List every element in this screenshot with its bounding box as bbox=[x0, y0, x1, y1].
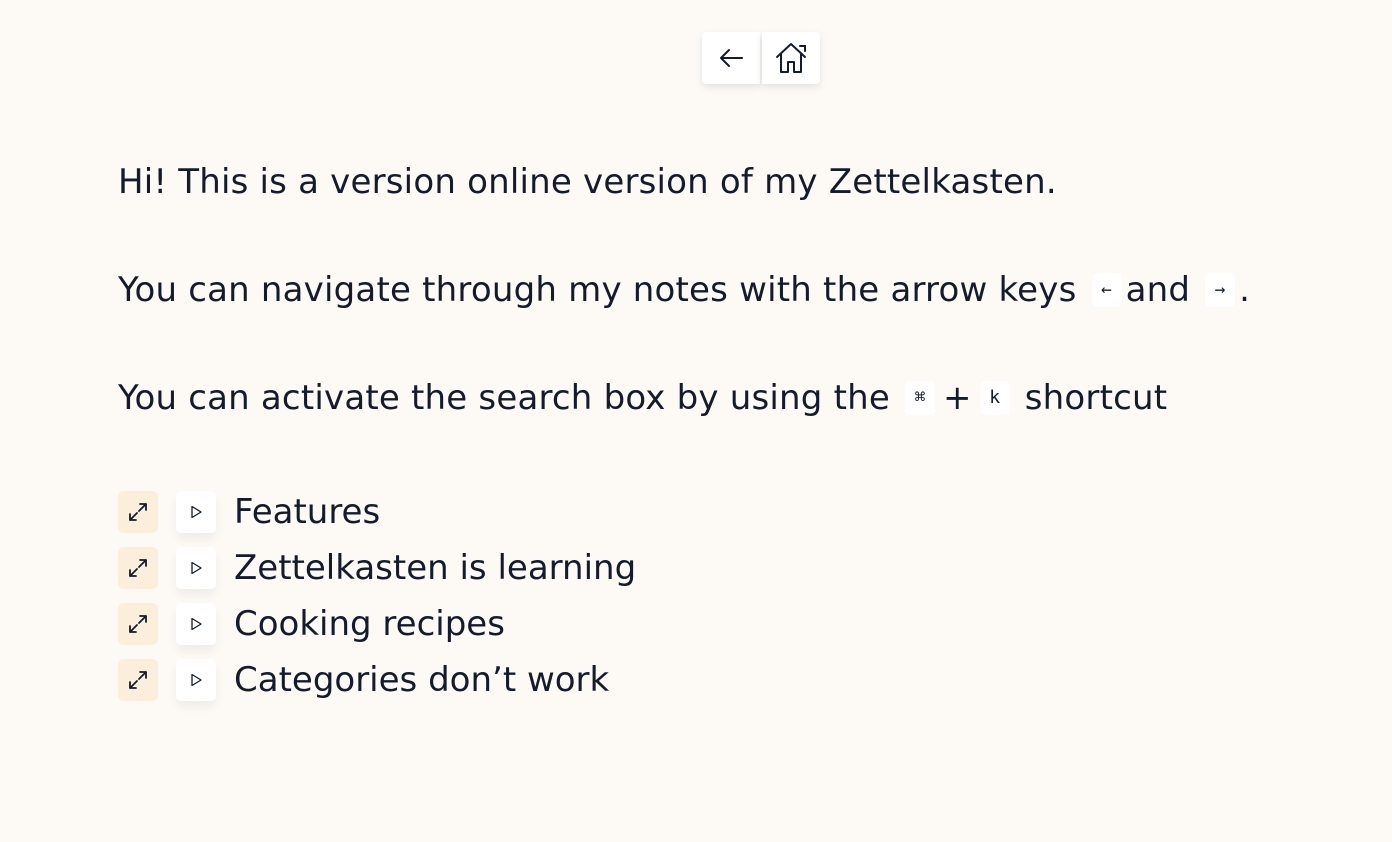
notes-list: Features Zettelkasten is learning Cookin… bbox=[118, 484, 636, 708]
list-item: Cooking recipes bbox=[118, 596, 636, 652]
intro-content: Hi! This is a version online version of … bbox=[118, 150, 1348, 474]
list-item: Categories don’t work bbox=[118, 652, 636, 708]
open-note-button[interactable] bbox=[176, 659, 216, 701]
open-note-button[interactable] bbox=[176, 603, 216, 645]
expand-icon bbox=[129, 559, 147, 577]
back-button[interactable] bbox=[702, 32, 760, 84]
navigation-hint-period: . bbox=[1239, 270, 1251, 310]
intro-greeting: Hi! This is a version online version of … bbox=[118, 162, 1057, 202]
key-right-arrow: → bbox=[1205, 272, 1236, 307]
expand-button[interactable] bbox=[118, 547, 158, 589]
search-hint-plus: + bbox=[943, 378, 972, 418]
home-icon bbox=[776, 43, 806, 73]
expand-icon bbox=[129, 671, 147, 689]
note-title-features[interactable]: Features bbox=[234, 492, 380, 532]
list-item: Zettelkasten is learning bbox=[118, 540, 636, 596]
expand-button[interactable] bbox=[118, 491, 158, 533]
note-title-cooking-recipes[interactable]: Cooking recipes bbox=[234, 604, 505, 644]
home-button[interactable] bbox=[762, 32, 820, 84]
key-k: k bbox=[979, 380, 1010, 415]
expand-button[interactable] bbox=[118, 659, 158, 701]
top-navigation bbox=[702, 32, 820, 84]
navigation-hint-text: You can navigate through my notes with t… bbox=[118, 270, 1077, 310]
list-item: Features bbox=[118, 484, 636, 540]
open-note-button[interactable] bbox=[176, 491, 216, 533]
search-hint-shortcut: shortcut bbox=[1024, 378, 1168, 418]
key-command: ⌘ bbox=[905, 380, 936, 415]
expand-icon bbox=[129, 615, 147, 633]
play-triangle-icon bbox=[191, 505, 202, 519]
search-hint-text: You can activate the search box by using… bbox=[118, 378, 890, 418]
play-triangle-icon bbox=[191, 561, 202, 575]
navigation-hint-and: and bbox=[1125, 270, 1191, 310]
page: Hi! This is a version online version of … bbox=[0, 0, 1392, 842]
arrow-left-icon bbox=[720, 49, 743, 67]
open-note-button[interactable] bbox=[176, 547, 216, 589]
expand-button[interactable] bbox=[118, 603, 158, 645]
play-triangle-icon bbox=[191, 673, 202, 687]
expand-icon bbox=[129, 503, 147, 521]
intro-search-hint: You can activate the search box by using… bbox=[118, 366, 1348, 430]
note-title-categories-dont-work[interactable]: Categories don’t work bbox=[234, 660, 609, 700]
note-title-zettelkasten-is-learning[interactable]: Zettelkasten is learning bbox=[234, 548, 636, 588]
key-left-arrow: ← bbox=[1091, 272, 1122, 307]
intro-navigation-hint: You can navigate through my notes with t… bbox=[118, 258, 1348, 322]
play-triangle-icon bbox=[191, 617, 202, 631]
